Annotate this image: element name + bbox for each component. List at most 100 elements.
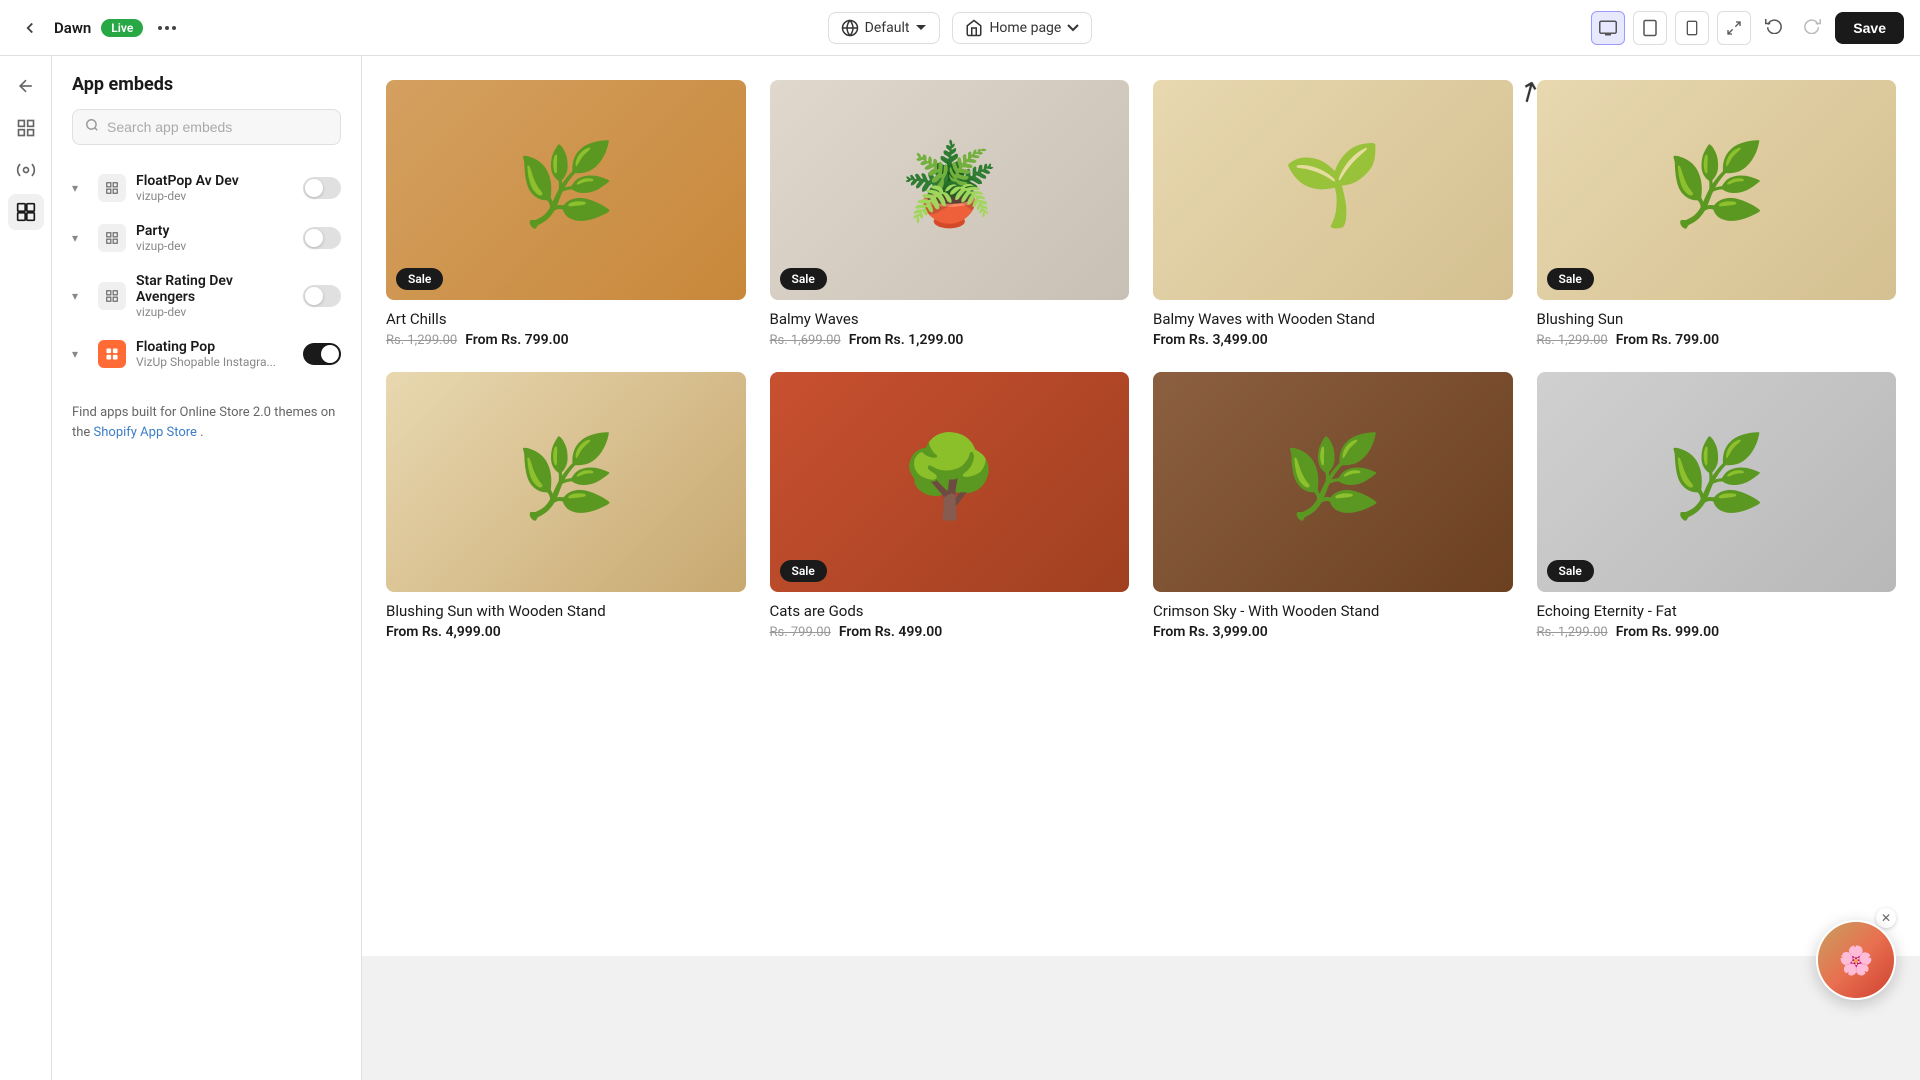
undo-button[interactable] [1759,10,1789,45]
desktop-view-button[interactable] [1591,11,1625,45]
preview-area: 🌿 Sale Art Chills Rs. 1,299.00 From Rs. … [362,56,1920,1080]
product-image-blushing-sun-stand: 🌿 [386,372,746,592]
chevron-down-icon [915,24,927,32]
product-name-art-chills: Art Chills [386,310,746,328]
star-rating-dev: vizup-dev [136,305,293,319]
product-card-balmy-waves[interactable]: 🪴 Sale Balmy Waves Rs. 1,699.00 From Rs.… [770,80,1130,348]
product-image-cats-gods: 🌳 Sale [770,372,1130,592]
floatpop-icon [98,174,126,202]
floating-widget-close-button[interactable]: ✕ [1876,908,1896,928]
search-icon [85,118,99,136]
product-card-cats-gods[interactable]: 🌳 Sale Cats are Gods Rs. 799.00 From Rs.… [770,372,1130,640]
sale-price-art-chills: From Rs. 799.00 [465,332,568,348]
product-prices-crimson-sky: From Rs. 3,999.00 [1153,624,1513,640]
product-prices-balmy-waves: Rs. 1,699.00 From Rs. 1,299.00 [770,332,1130,348]
product-prices-balmy-waves-stand: From Rs. 3,499.00 [1153,332,1513,348]
floating-pop-toggle[interactable] [303,343,341,365]
floating-pop-name: Floating Pop [136,339,293,355]
product-card-art-chills[interactable]: 🌿 Sale Art Chills Rs. 1,299.00 From Rs. … [386,80,746,348]
page-name: Home page [989,20,1061,36]
embed-item-floating-pop[interactable]: ▾ Floating Pop VizUp Shopable Instagra..… [52,329,361,379]
page-select[interactable]: Home page [952,12,1092,44]
embed-list: ▾ FloatPop Av Dev vizup-dev ▾ [52,155,361,387]
tablet-view-button[interactable] [1633,11,1667,45]
sidebar-apps-icon[interactable] [8,194,44,230]
theme-select[interactable]: Default [828,12,941,44]
product-card-echoing[interactable]: 🌿 Sale Echoing Eternity - Fat Rs. 1,299.… [1537,372,1897,640]
floatpop-chevron-icon: ▾ [72,181,88,195]
product-prices-cats-gods: Rs. 799.00 From Rs. 499.00 [770,624,1130,640]
product-prices-blushing-sun-stand: From Rs. 4,999.00 [386,624,746,640]
party-dev: vizup-dev [136,239,293,253]
product-card-blushing-sun[interactable]: 🌿 Sale Blushing Sun Rs. 1,299.00 From Rs… [1537,80,1897,348]
fullscreen-button[interactable] [1717,11,1751,45]
floating-pop-widget[interactable]: 🌸 [1816,920,1896,1000]
floating-pop-icon [98,340,126,368]
product-grid: 🌿 Sale Art Chills Rs. 1,299.00 From Rs. … [386,80,1896,640]
product-name-crimson-sky: Crimson Sky - With Wooden Stand [1153,602,1513,620]
embed-item-party[interactable]: ▾ Party vizup-dev [52,213,361,263]
sale-badge-echoing: Sale [1547,560,1594,582]
sale-price-echoing: From Rs. 999.00 [1616,624,1719,640]
embed-item-star-rating[interactable]: ▾ Star Rating Dev Avengers vizup-dev [52,263,361,329]
footer-period: . [200,425,203,440]
star-rating-toggle[interactable] [303,285,341,307]
floating-pop-dev: VizUp Shopable Instagra... [136,355,293,369]
product-card-crimson-sky[interactable]: 🌿 Crimson Sky - With Wooden Stand From R… [1153,372,1513,640]
redo-button[interactable] [1797,10,1827,45]
original-price-art-chills: Rs. 1,299.00 [386,333,457,348]
sidebar-theme-settings-icon[interactable] [8,152,44,188]
product-image-crimson-sky: 🌿 [1153,372,1513,592]
left-panel: App embeds ▾ [52,56,362,1080]
product-card-balmy-waves-stand[interactable]: 🌱 Balmy Waves with Wooden Stand From Rs.… [1153,80,1513,348]
product-card-blushing-sun-stand[interactable]: 🌿 Blushing Sun with Wooden Stand From Rs… [386,372,746,640]
party-icon [98,224,126,252]
save-button[interactable]: Save [1835,12,1904,44]
more-options-button[interactable] [153,14,181,42]
star-rating-icon [98,282,126,310]
live-badge: Live [101,19,143,37]
sale-price-balmy-waves: From Rs. 1,299.00 [849,332,964,348]
product-name-blushing-sun: Blushing Sun [1537,310,1897,328]
star-rating-chevron-icon: ▾ [72,289,88,303]
star-rating-name: Star Rating Dev Avengers [136,273,293,305]
original-price-blushing-sun: Rs. 1,299.00 [1537,333,1608,348]
product-image-blushing-sun: 🌿 Sale [1537,80,1897,300]
sale-price-blushing-sun: From Rs. 799.00 [1616,332,1719,348]
party-chevron-icon: ▾ [72,231,88,245]
sidebar-back-icon[interactable] [8,68,44,104]
sale-badge-art-chills: Sale [396,268,443,290]
sale-price-cats-gods: From Rs. 499.00 [839,624,942,640]
search-input[interactable] [107,119,328,135]
regular-price-crimson-sky: From Rs. 3,999.00 [1153,624,1268,640]
topbar: Dawn Live Default Home page [0,0,1920,56]
store-name: Dawn [54,19,91,37]
floatpop-toggle[interactable] [303,177,341,199]
search-box [72,109,341,145]
mobile-view-button[interactable] [1675,11,1709,45]
floatpop-name: FloatPop Av Dev [136,173,293,189]
product-name-balmy-waves: Balmy Waves [770,310,1130,328]
embed-item-floatpop[interactable]: ▾ FloatPop Av Dev vizup-dev [52,163,361,213]
theme-name: Default [865,20,910,36]
product-image-art-chills: 🌿 Sale [386,80,746,300]
main-layout: App embeds ▾ [0,56,1920,1080]
party-name: Party [136,223,293,239]
panel-title: App embeds [72,74,341,95]
sale-badge-cats-gods: Sale [780,560,827,582]
party-toggle[interactable] [303,227,341,249]
product-name-balmy-waves-stand: Balmy Waves with Wooden Stand [1153,310,1513,328]
floating-pop-chevron-icon: ▾ [72,347,88,361]
product-image-echoing: 🌿 Sale [1537,372,1897,592]
preview-frame: 🌿 Sale Art Chills Rs. 1,299.00 From Rs. … [362,56,1920,956]
sale-badge-balmy-waves: Sale [780,268,827,290]
regular-price-blushing-sun-stand: From Rs. 4,999.00 [386,624,501,640]
product-prices-echoing: Rs. 1,299.00 From Rs. 999.00 [1537,624,1897,640]
shopify-app-store-link[interactable]: Shopify App Store [94,425,197,440]
sidebar-sections-icon[interactable] [8,110,44,146]
sidebar-icons [0,56,52,1080]
product-name-blushing-sun-stand: Blushing Sun with Wooden Stand [386,602,746,620]
regular-price-balmy-waves-stand: From Rs. 3,499.00 [1153,332,1268,348]
product-image-balmy-waves: 🪴 Sale [770,80,1130,300]
back-button[interactable] [16,14,44,42]
